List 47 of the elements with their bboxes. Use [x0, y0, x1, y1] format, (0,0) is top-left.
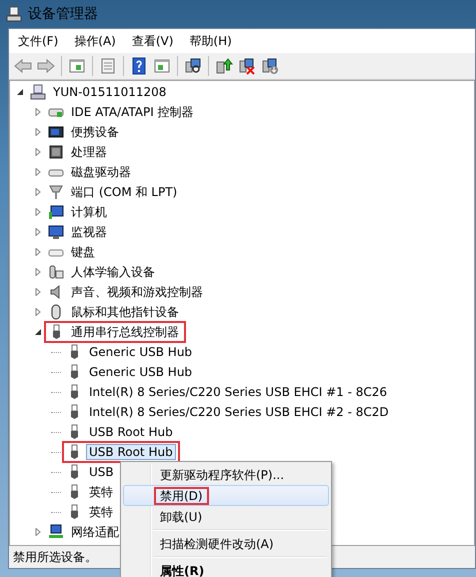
forward-icon[interactable]	[36, 56, 56, 76]
tree-item[interactable]: 英特	[86, 504, 116, 520]
tree-item[interactable]: 通用串行总线控制器	[68, 324, 182, 340]
tree-item[interactable]: 键盘	[68, 244, 98, 260]
delete-icon[interactable]	[237, 56, 257, 76]
menu-item[interactable]: 卸载(U)	[123, 506, 329, 527]
tree-item[interactable]: 端口 (COM 和 LPT)	[68, 184, 180, 200]
hid-device-icon	[48, 264, 64, 280]
highlight-frame: 禁用(D)	[154, 486, 209, 504]
chip-icon	[48, 144, 64, 160]
computer-icon	[30, 84, 46, 100]
menu-item[interactable]: 文件(F)	[13, 30, 64, 52]
menu-item[interactable]: 操作(A)	[69, 30, 121, 52]
tree-item[interactable]: 鼠标和其他指针设备	[68, 304, 182, 320]
menu-item[interactable]: 帮助(H)	[184, 30, 237, 52]
tree-item[interactable]: 声音、视频和游戏控制器	[68, 284, 206, 300]
tree-item[interactable]: USB Root Hub	[86, 424, 176, 440]
tree-item[interactable]: 网络适配	[68, 524, 122, 540]
upload-icon[interactable]	[214, 56, 234, 76]
tree-item[interactable]: 便携设备	[68, 124, 122, 140]
monitor-icon	[48, 204, 64, 220]
tree-item[interactable]: 英特	[86, 484, 116, 500]
expander-icon[interactable]	[34, 328, 42, 336]
expander-icon[interactable]	[16, 88, 24, 96]
tree-item[interactable]: 磁盘驱动器	[68, 164, 134, 180]
back-icon[interactable]	[13, 56, 33, 76]
menu-item[interactable]: 更新驱动程序软件(P)...	[123, 464, 329, 485]
tree-item[interactable]: 监视器	[68, 224, 110, 240]
tree-item[interactable]: USB Root Hub	[86, 444, 176, 460]
tree-item[interactable]: IDE ATA/ATAPI 控制器	[68, 104, 197, 120]
network-icon	[48, 524, 64, 540]
window-title: 设备管理器	[28, 5, 98, 23]
tree-item[interactable]: USB	[86, 464, 117, 480]
download-icon[interactable]	[260, 56, 280, 76]
tree-item[interactable]: Intel(R) 8 Series/C220 Series USB EHCI #1 - 8C26	[86, 384, 390, 400]
tree-item[interactable]: Generic USB Hub	[86, 364, 196, 380]
monitor-icon	[48, 224, 64, 240]
tree-item[interactable]: 计算机	[68, 204, 110, 220]
menu-item[interactable]: 查看(V)	[126, 30, 178, 52]
tree-item[interactable]: 人体学输入设备	[68, 264, 158, 280]
tree-item[interactable]: Generic USB Hub	[86, 344, 196, 360]
menu-item[interactable]: 禁用(D)	[123, 485, 329, 506]
tree-item[interactable]: 处理器	[68, 144, 110, 160]
tree-item[interactable]: YUN-01511011208	[50, 84, 170, 100]
app-icon	[6, 6, 22, 22]
portable-device-icon	[48, 124, 64, 140]
tree-item[interactable]: Intel(R) 8 Series/C220 Series USB EHCI #2 - 8C2D	[86, 404, 392, 420]
